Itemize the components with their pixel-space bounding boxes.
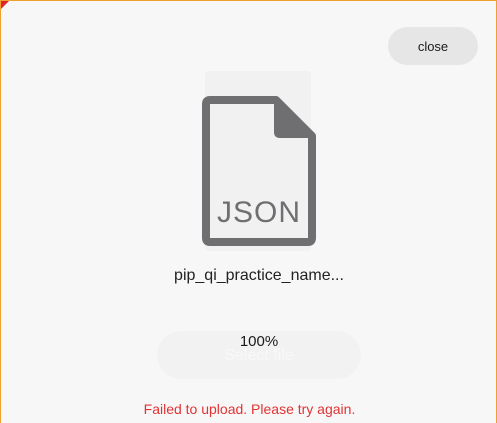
file-name: pip_qi_practice_name... — [174, 267, 344, 284]
upload-error-message: Failed to upload. Please try again. — [143, 401, 356, 417]
upload-dialog: close JSON pip_qi_practice_name... Selec… — [0, 0, 497, 423]
corner-marker — [1, 1, 9, 9]
close-button[interactable]: close — [388, 27, 478, 65]
upload-progress-text: 100% — [239, 333, 279, 350]
file-extension-label: JSON — [216, 196, 301, 229]
